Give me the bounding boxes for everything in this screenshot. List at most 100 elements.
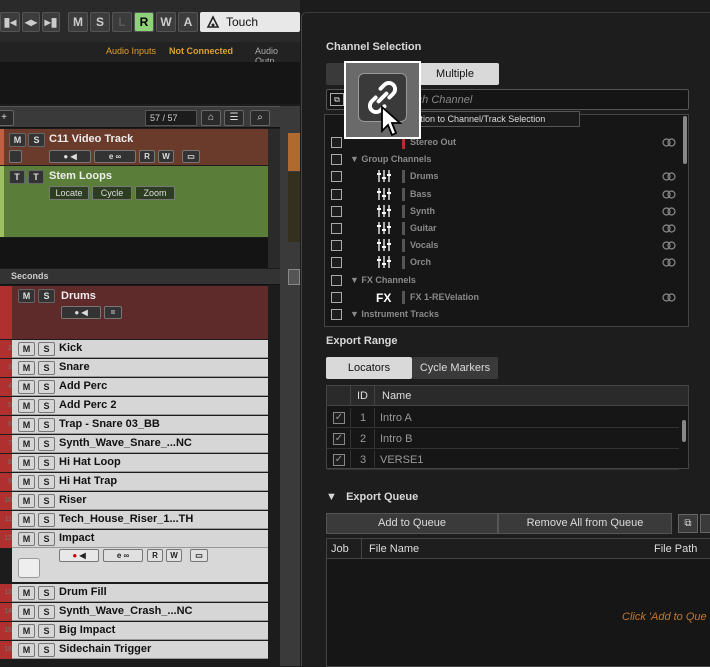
edit-button[interactable]: e ∞ [94, 150, 136, 163]
mute-button[interactable]: M [9, 133, 26, 147]
solo-button[interactable]: S [38, 605, 55, 619]
link-status-icon[interactable] [662, 241, 676, 250]
remove-all-button[interactable]: Remove All from Queue [498, 513, 672, 534]
channel-row[interactable]: Guitar [330, 221, 685, 237]
range-checkbox[interactable]: ✓ [333, 412, 345, 424]
track-row[interactable]: 16 M S Sidechain Trigger [0, 641, 268, 659]
range-row[interactable]: ✓ 1 Intro A [327, 408, 679, 428]
channel-row[interactable]: Drums [330, 169, 685, 185]
channel-checkbox[interactable] [331, 240, 342, 252]
track-name[interactable]: Impact [59, 532, 94, 544]
locators-tab[interactable]: Locators [326, 357, 412, 379]
queue-option-icon[interactable]: ⧉ [678, 514, 698, 533]
write-button[interactable]: W [166, 549, 182, 562]
solo-button[interactable]: S [38, 456, 55, 470]
channel-checkbox[interactable] [331, 257, 342, 269]
record-button[interactable]: ● ◀ [59, 549, 99, 562]
channel-row[interactable]: ▼ Instrument Tracks [330, 307, 685, 323]
name-column-header[interactable]: Name [382, 390, 411, 402]
read-automation-button[interactable]: R [134, 12, 154, 32]
range-checkbox[interactable]: ✓ [333, 433, 345, 445]
solo-button[interactable]: S [38, 643, 55, 657]
video-track[interactable]: M S C11 Video Track ● ◀ e ∞ R W ▭ [0, 129, 268, 165]
record-button[interactable]: ● ◀ [49, 150, 91, 163]
track-row[interactable]: 9 M S Hi Hat Trap [0, 473, 268, 491]
track-row[interactable]: 7 M S Synth_Wave_Snare_...NC [0, 435, 268, 453]
track-row[interactable]: 3 M S Snare [0, 359, 268, 377]
solo-button[interactable]: S [38, 475, 55, 489]
audio-inputs-status[interactable]: Audio Inputs [106, 46, 156, 56]
file-name-column-header[interactable]: File Name [369, 543, 419, 555]
track-name[interactable]: Synth_Wave_Snare_...NC [59, 437, 192, 449]
lanes-button[interactable]: ▭ [182, 150, 200, 163]
mute-button[interactable]: M [18, 361, 35, 375]
track-name[interactable]: Riser [59, 494, 87, 506]
channel-row[interactable]: Synth [330, 204, 685, 220]
marker-tt-button[interactable]: T [28, 170, 44, 184]
edit-button[interactable]: e ∞ [103, 549, 143, 562]
track-name[interactable]: Hi Hat Trap [59, 475, 117, 487]
track-name[interactable]: C11 Video Track [49, 133, 133, 145]
mute-button[interactable]: M [18, 513, 35, 527]
link-status-icon[interactable] [662, 189, 676, 199]
track-row[interactable]: 6 M S Trap - Snare 03_BB [0, 416, 268, 434]
solo-button[interactable]: S [38, 437, 55, 451]
job-column-header[interactable]: Job [331, 543, 349, 555]
mute-button[interactable]: M [18, 475, 35, 489]
arrows-icon[interactable]: ◂▸ [22, 12, 40, 32]
track-row[interactable]: 2 M S Kick [0, 340, 268, 358]
track-name[interactable]: Sidechain Trigger [59, 643, 151, 655]
track-name[interactable]: Add Perc 2 [59, 399, 116, 411]
mute-button[interactable]: M [18, 624, 35, 638]
stem-loops-track[interactable]: T T Stem Loops Locate Cycle Zoom [0, 166, 268, 237]
track-row[interactable]: 5 M S Add Perc 2 [0, 397, 268, 415]
vertical-scrollbar[interactable] [268, 129, 280, 268]
channel-row[interactable]: Vocals [330, 238, 685, 254]
track-row[interactable]: 15 M S Big Impact [0, 622, 268, 640]
track-name[interactable]: Stem Loops [49, 170, 112, 182]
mute-button[interactable]: M [18, 418, 35, 432]
solo-button[interactable]: S [38, 624, 55, 638]
cycle-button[interactable]: Cycle [92, 186, 132, 200]
range-checkbox[interactable]: ✓ [333, 454, 345, 466]
record-button[interactable]: ● ◀ [61, 306, 101, 319]
solo-button[interactable]: S [38, 418, 55, 432]
track-name[interactable]: Big Impact [59, 624, 115, 636]
channel-checkbox[interactable] [331, 274, 342, 286]
range-row[interactable]: ✓ 3 VERSE1 [327, 450, 679, 470]
solo-button[interactable]: S [38, 380, 55, 394]
mute-button[interactable]: M [18, 399, 35, 413]
queue-option-icon-2[interactable] [700, 514, 710, 533]
channel-checkbox[interactable] [331, 223, 342, 234]
write-automation-button[interactable]: W [156, 12, 176, 32]
lanes-button[interactable]: = [104, 306, 122, 319]
track-toggle[interactable] [9, 150, 22, 163]
channel-row[interactable]: Bass [330, 187, 685, 203]
channel-checkbox[interactable] [331, 154, 342, 166]
instrument-icon[interactable] [18, 558, 40, 578]
track-name[interactable]: Kick [59, 342, 82, 354]
track-name[interactable]: Snare [59, 361, 90, 373]
home-icon[interactable]: ⌂ [201, 110, 221, 126]
channel-checkbox[interactable] [331, 171, 342, 183]
solo-button[interactable]: S [38, 513, 55, 527]
marker-t-button[interactable]: T [9, 170, 25, 184]
track-name[interactable]: Hi Hat Loop [59, 456, 121, 468]
solo-button[interactable]: S [38, 586, 55, 600]
range-scrollbar[interactable] [682, 420, 686, 442]
mute-button[interactable]: M [18, 289, 35, 303]
mute-button[interactable]: M [18, 456, 35, 470]
not-connected-status[interactable]: Not Connected [169, 46, 233, 56]
mute-button[interactable]: M [18, 586, 35, 600]
mute-button[interactable]: M [18, 380, 35, 394]
file-path-column-header[interactable]: File Path [654, 543, 697, 555]
drums-folder-track[interactable]: M S Drums ● ◀ = [0, 286, 268, 339]
add-track-icon[interactable]: + [0, 110, 14, 126]
list-icon[interactable]: ☰ [224, 110, 244, 126]
add-to-queue-button[interactable]: Add to Queue [326, 513, 498, 534]
link-status-icon[interactable] [662, 224, 676, 233]
channel-checkbox[interactable] [331, 188, 342, 200]
solo-button[interactable]: S [38, 342, 55, 356]
range-row[interactable]: ✓ 2 Intro B [327, 429, 679, 449]
solo-button[interactable]: S [38, 532, 55, 546]
